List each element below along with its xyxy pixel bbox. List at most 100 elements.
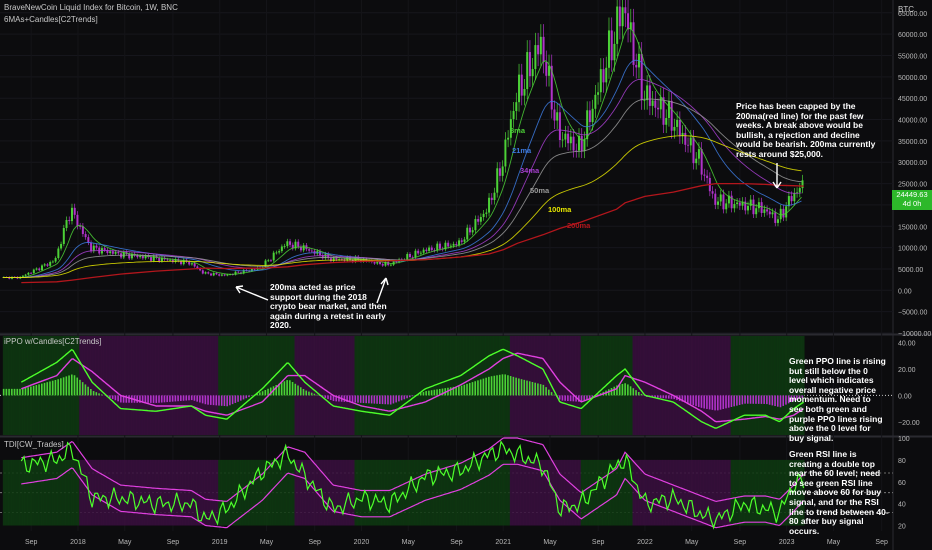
ppo-band bbox=[785, 336, 789, 435]
candle-body bbox=[79, 226, 82, 227]
ppo-band bbox=[332, 336, 336, 435]
tdi-band bbox=[19, 459, 23, 526]
ppo-histogram-bar bbox=[264, 390, 267, 396]
ppo-band bbox=[185, 336, 189, 435]
ppo-band bbox=[160, 336, 164, 435]
tdi-band bbox=[654, 459, 658, 526]
tdi-band bbox=[659, 459, 663, 526]
ppo-histogram-bar bbox=[558, 395, 561, 400]
tdi-panel-title[interactable]: TDI[CW_Trades] bbox=[4, 440, 64, 449]
tdi-tick-0: 100 bbox=[898, 436, 910, 443]
ppo-band bbox=[218, 336, 222, 435]
tdi-band bbox=[523, 459, 527, 526]
candle-body bbox=[220, 274, 223, 276]
ppo-histogram-bar bbox=[185, 395, 188, 401]
tdi-band bbox=[591, 459, 595, 526]
candle-body bbox=[474, 219, 477, 231]
x-tick-18: Sep bbox=[875, 539, 888, 546]
ppo-band bbox=[662, 336, 666, 435]
ppo-band bbox=[90, 336, 94, 435]
ppo-band bbox=[365, 336, 369, 435]
candle-body bbox=[62, 227, 65, 244]
ppo-band bbox=[248, 336, 252, 435]
ppo-band bbox=[695, 336, 699, 435]
ppo-band bbox=[267, 336, 271, 435]
ma-label-5: 200ma bbox=[567, 221, 591, 230]
ppo-histogram-bar bbox=[223, 395, 226, 407]
ppo-band bbox=[5, 336, 9, 435]
ma-200-line bbox=[21, 182, 804, 284]
ppo-histogram-bar bbox=[534, 382, 536, 396]
ppo-histogram-bar bbox=[87, 386, 89, 396]
tdi-band bbox=[602, 459, 606, 526]
ppo-band bbox=[586, 336, 590, 435]
tdi-band bbox=[81, 459, 85, 526]
candle-body bbox=[556, 112, 559, 121]
ppo-histogram-bar bbox=[406, 395, 408, 399]
ppo-histogram-bar bbox=[40, 383, 43, 396]
tdi-band bbox=[572, 459, 576, 526]
candle-body bbox=[665, 117, 668, 125]
tdi-band bbox=[8, 459, 12, 526]
candle-body bbox=[567, 133, 570, 144]
x-tick-15: Sep bbox=[734, 539, 747, 546]
ppo-histogram-bar bbox=[747, 395, 749, 404]
tdi-band bbox=[599, 459, 603, 526]
ppo-band bbox=[190, 336, 194, 435]
ppo-band bbox=[389, 336, 393, 435]
ppo-histogram-bar bbox=[35, 385, 38, 396]
ppo-histogram-bar bbox=[182, 395, 185, 401]
ppo-band bbox=[169, 336, 173, 435]
annotation-top-right: Price has been capped by the 200ma(red l… bbox=[736, 101, 876, 159]
ppo-histogram-bar bbox=[537, 383, 539, 396]
tdi-band bbox=[313, 459, 317, 526]
ppo-histogram-bar bbox=[706, 395, 708, 409]
ppo-histogram-bar bbox=[354, 395, 357, 403]
ppo-histogram-bar bbox=[111, 395, 114, 400]
candle-body bbox=[717, 201, 720, 205]
x-tick-9: Sep bbox=[450, 539, 463, 546]
ppo-histogram-bar bbox=[2, 388, 5, 396]
tdi-band bbox=[269, 459, 273, 526]
ma-21-line bbox=[2, 59, 802, 278]
ppo-histogram-bar bbox=[460, 385, 463, 396]
tdi-band bbox=[275, 459, 279, 526]
tdi-band bbox=[343, 459, 347, 526]
candle-body bbox=[70, 207, 73, 222]
ppo-band bbox=[594, 336, 598, 435]
ppo-histogram-bar bbox=[150, 395, 152, 403]
candle-body bbox=[507, 137, 510, 140]
ppo-histogram-bar bbox=[188, 395, 190, 401]
candle-body bbox=[471, 230, 474, 233]
price-tick-15: −10000.00 bbox=[898, 331, 931, 338]
tdi-band bbox=[231, 459, 235, 526]
ppo-histogram-bar bbox=[768, 395, 771, 405]
ppo-histogram-bar bbox=[496, 375, 498, 396]
ppo-band bbox=[567, 336, 571, 435]
indicator-title[interactable]: 6MAs+Candles[C2Trends] bbox=[4, 15, 98, 24]
tdi-band bbox=[60, 459, 64, 526]
ppo-histogram-bar bbox=[632, 388, 635, 396]
candle-body bbox=[114, 251, 117, 254]
ppo-histogram-bar bbox=[158, 395, 160, 403]
tdi-band bbox=[57, 459, 61, 526]
price-tick-4: 45000.00 bbox=[898, 96, 927, 103]
candle-body bbox=[117, 251, 120, 254]
ppo-histogram-bar bbox=[163, 395, 166, 403]
price-tick-10: 15000.00 bbox=[898, 224, 927, 231]
tdi-band bbox=[381, 459, 385, 526]
candle-body bbox=[201, 270, 204, 274]
ppo-histogram-bar bbox=[90, 389, 92, 396]
ppo-histogram-bar bbox=[725, 395, 727, 409]
tdi-band bbox=[152, 459, 156, 526]
ppo-band bbox=[444, 336, 448, 435]
ppo-panel-title[interactable]: iPPO w/Candles[C2Trends] bbox=[4, 337, 102, 346]
tdi-band bbox=[100, 459, 104, 526]
ppo-band bbox=[158, 336, 162, 435]
x-tick-6: Sep bbox=[308, 539, 321, 546]
tdi-band bbox=[414, 459, 418, 526]
ppo-histogram-bar bbox=[357, 395, 359, 403]
tdi-band bbox=[755, 459, 759, 526]
candle-body bbox=[76, 214, 79, 227]
ppo-band bbox=[558, 336, 562, 435]
